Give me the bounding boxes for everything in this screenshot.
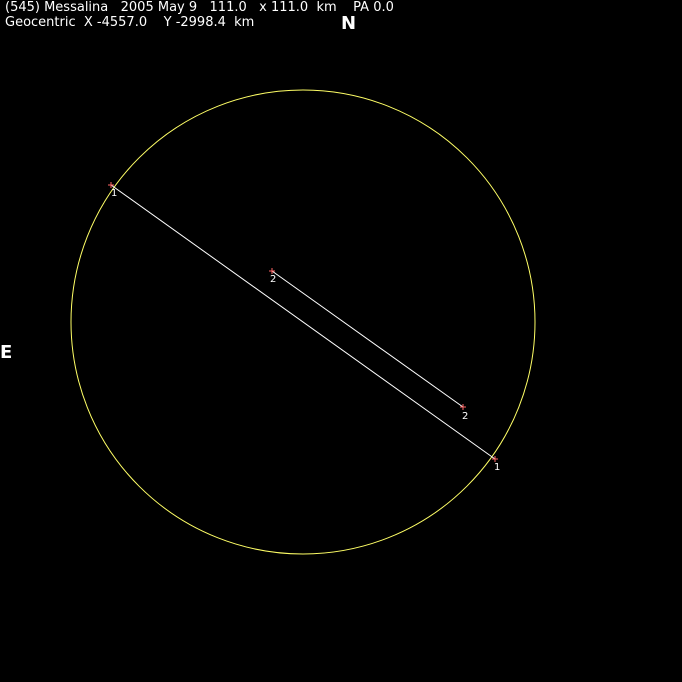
chord-1-line (110, 184, 496, 460)
chord-2-start-label: 2 (270, 274, 276, 285)
chord-1-start-label: 1 (111, 188, 117, 199)
chord-1: 1 1 (108, 182, 500, 473)
chord-2: 2 2 (269, 268, 468, 422)
chord-2-line (271, 270, 464, 408)
occultation-plot: 1 1 2 2 (70, 89, 536, 555)
chord-1-end-label: 1 (494, 462, 500, 473)
chord-2-end-label: 2 (462, 411, 468, 422)
